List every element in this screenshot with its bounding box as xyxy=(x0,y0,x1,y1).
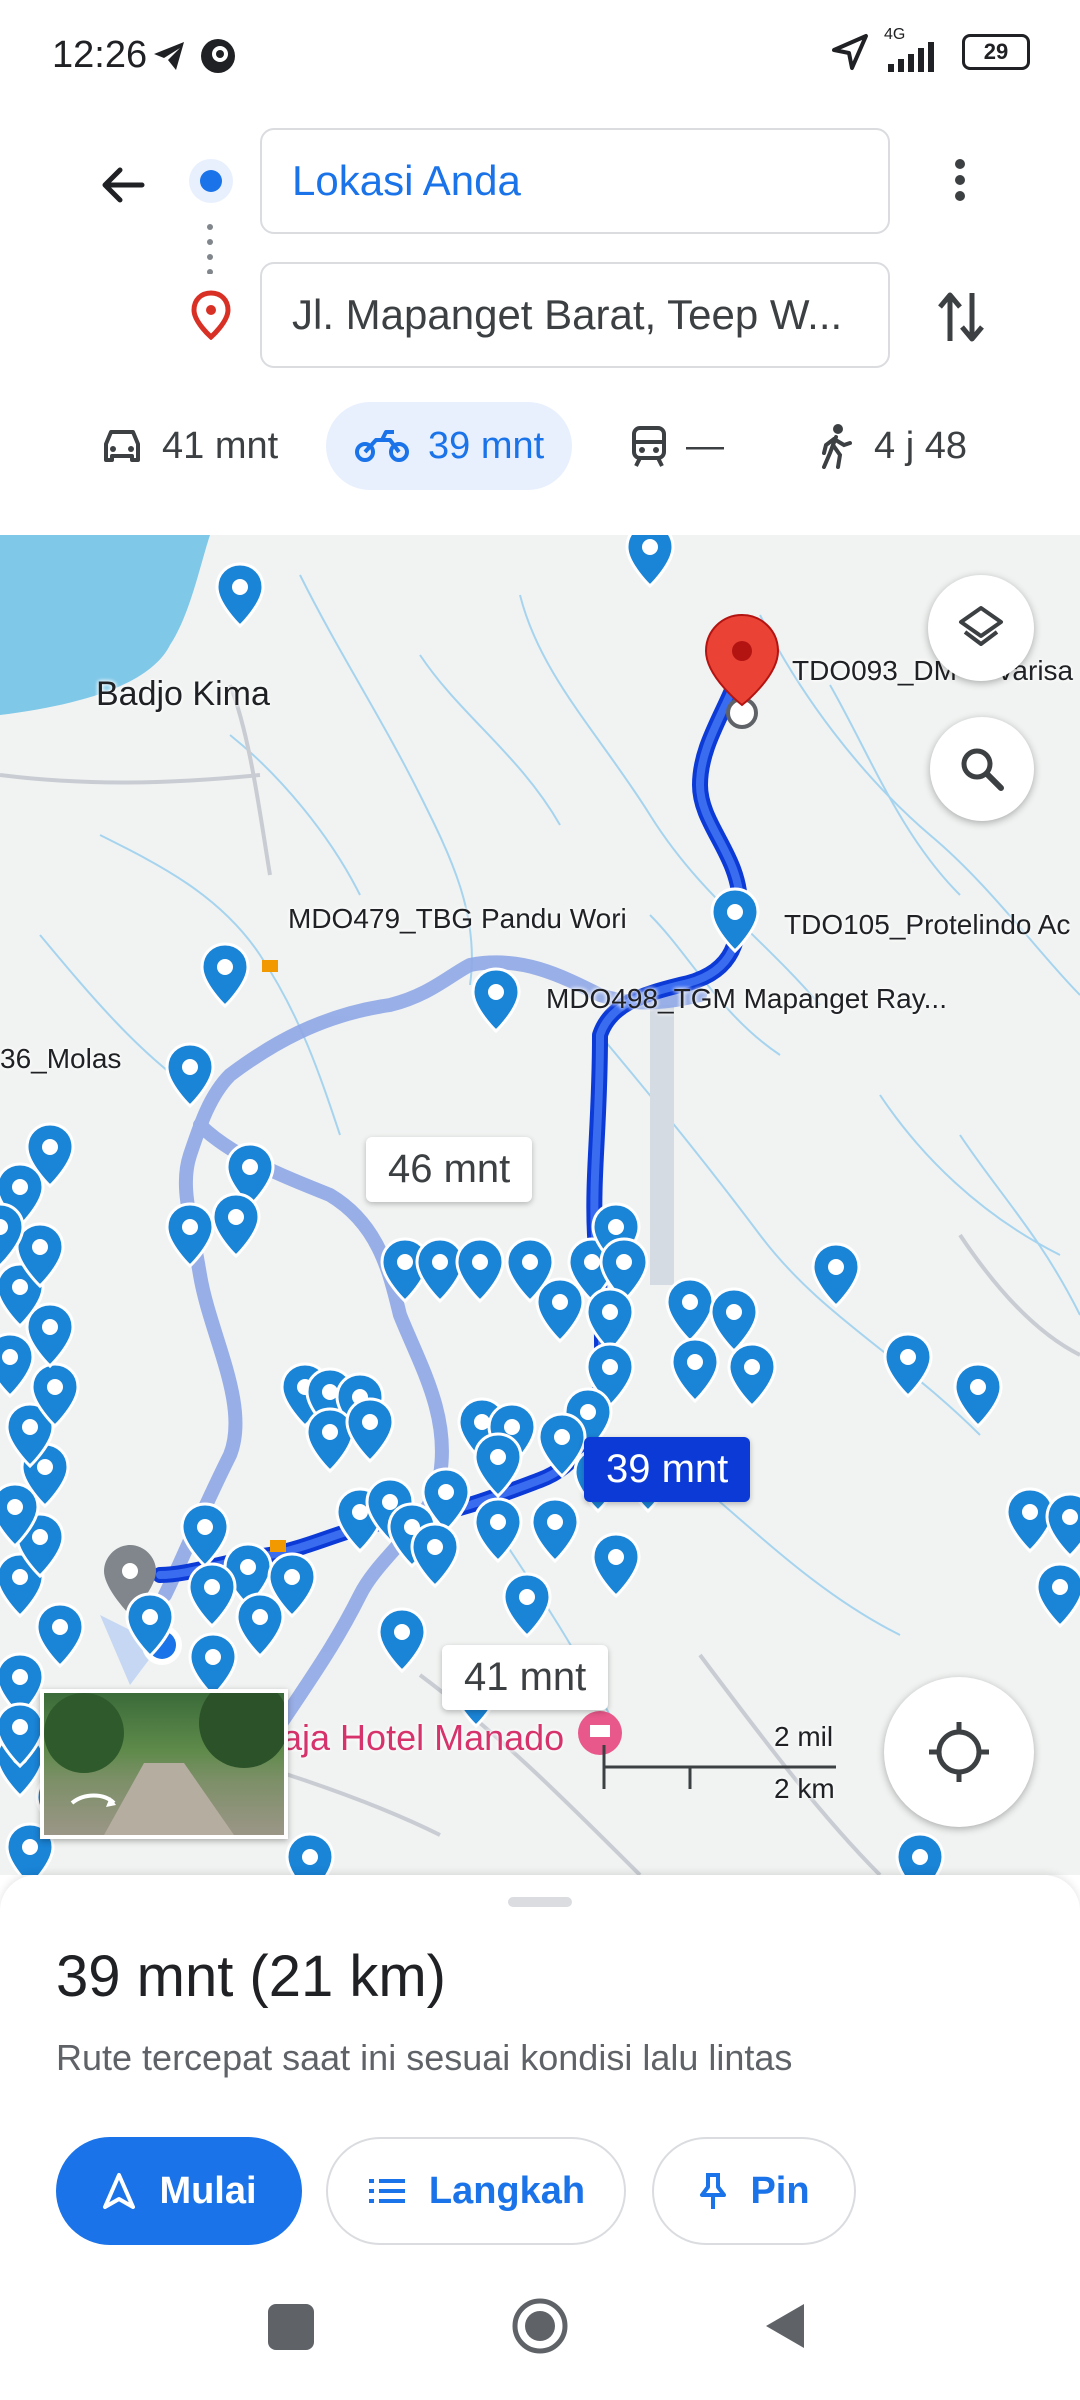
place-label-hotel: aja Hotel Manado xyxy=(282,1717,565,1758)
runway xyxy=(650,1005,674,1285)
rotate-360-icon xyxy=(70,1793,116,1805)
tower-marker-icon[interactable] xyxy=(468,965,524,1035)
home-button[interactable] xyxy=(510,2296,570,2356)
tower-marker-icon[interactable] xyxy=(880,1330,936,1400)
swap-locations-button[interactable] xyxy=(926,282,996,352)
tower-marker-icon[interactable] xyxy=(532,1275,588,1345)
pin-button-label: Pin xyxy=(750,2169,810,2212)
system-nav-bar xyxy=(0,2270,1080,2400)
mode-car[interactable]: 41 mnt xyxy=(100,402,278,490)
more-vert-icon xyxy=(955,159,965,201)
place-label-molas: 36_Molas xyxy=(0,1043,122,1074)
battery-indicator: 29 xyxy=(962,34,1030,70)
tower-marker-icon[interactable] xyxy=(724,1340,780,1410)
origin-field[interactable]: Lokasi Anda xyxy=(260,128,890,234)
place-label-badjo: Badjo Kima xyxy=(96,675,270,713)
start-button-label: Mulai xyxy=(159,2169,257,2212)
tower-marker-icon[interactable] xyxy=(892,1830,948,1875)
train-icon xyxy=(632,426,666,467)
tower-marker-icon[interactable] xyxy=(470,1430,526,1500)
route-description: Rute tercepat saat ini sesuai kondisi la… xyxy=(56,2037,793,2078)
origin-dot-icon xyxy=(189,159,233,203)
tower-marker-icon[interactable] xyxy=(1032,1560,1080,1630)
signal-icon: 4G xyxy=(884,26,948,72)
arrow-back-icon xyxy=(102,167,145,203)
traffic-segment xyxy=(262,960,278,972)
start-button[interactable]: Mulai xyxy=(56,2137,302,2245)
mode-motorcycle[interactable]: 39 mnt xyxy=(326,402,573,490)
map-view[interactable]: Badjo Kima TDO093_DM Varisa MDO479_TBG P… xyxy=(0,535,1080,1875)
mode-walk-label: 4 j 48 xyxy=(874,424,967,467)
location-arrow-icon xyxy=(832,34,868,70)
pushpin-icon xyxy=(700,2173,727,2209)
mode-car-label: 41 mnt xyxy=(162,424,279,467)
street-view-image xyxy=(44,1693,284,1835)
tower-marker-icon[interactable] xyxy=(212,560,268,630)
tower-marker-icon[interactable] xyxy=(950,1360,1006,1430)
tower-marker-icon[interactable] xyxy=(707,885,763,955)
telegram-icon xyxy=(154,42,184,70)
more-options-button[interactable] xyxy=(930,150,990,210)
my-location-button[interactable] xyxy=(884,1677,1034,1827)
status-right: 4G 29 xyxy=(830,26,1030,72)
motorcycle-icon xyxy=(355,430,409,462)
recents-button[interactable] xyxy=(268,2304,314,2350)
street-view-thumbnail[interactable] xyxy=(40,1689,288,1839)
tower-marker-icon[interactable] xyxy=(282,1830,338,1875)
tower-marker-icon[interactable] xyxy=(808,1240,864,1310)
tower-marker-icon[interactable] xyxy=(1042,1490,1080,1560)
route-dots-connector xyxy=(207,224,213,274)
mode-transit-label: — xyxy=(686,424,724,467)
status-time: 12:26 xyxy=(52,34,148,76)
tower-marker-icon[interactable] xyxy=(452,1235,508,1305)
search-along-route-button[interactable] xyxy=(930,717,1034,821)
steps-button[interactable]: Langkah xyxy=(326,2137,626,2245)
place-label-tdo105: TDO105_Protelindo Ac xyxy=(784,909,1071,940)
navigation-arrow-icon xyxy=(103,2173,136,2209)
tower-marker-icon[interactable] xyxy=(0,1200,28,1270)
place-label-tdo093: TDO093_DM Varisa xyxy=(792,655,1074,686)
tower-marker-icon[interactable] xyxy=(122,1590,178,1660)
app-notification-icon xyxy=(201,39,235,73)
mode-motorcycle-label: 39 mnt xyxy=(428,424,545,467)
list-icon xyxy=(368,2179,405,2203)
drag-handle[interactable] xyxy=(508,1897,572,1907)
status-bar: 12:26 4G 29 xyxy=(0,0,1080,110)
tower-marker-icon[interactable] xyxy=(197,940,253,1010)
mode-walk[interactable]: 4 j 48 xyxy=(816,402,967,490)
swap-vert-icon xyxy=(938,292,984,342)
scale-mi: 2 mil xyxy=(774,1721,834,1752)
tower-marker-icon[interactable] xyxy=(499,1570,555,1640)
tower-marker-icon[interactable] xyxy=(470,1495,526,1565)
tower-marker-icon[interactable] xyxy=(162,1040,218,1110)
steps-button-label: Langkah xyxy=(428,2169,586,2212)
gps-crosshair-icon xyxy=(929,1722,989,1782)
tower-marker-icon[interactable] xyxy=(622,535,678,590)
car-icon xyxy=(104,430,140,462)
route-time-alt-b[interactable]: 41 mnt xyxy=(442,1645,609,1710)
mode-transit[interactable]: — xyxy=(630,402,724,490)
tower-marker-icon[interactable] xyxy=(527,1495,583,1565)
tower-marker-icon[interactable] xyxy=(588,1530,644,1600)
route-time-alt-a[interactable]: 46 mnt xyxy=(366,1137,533,1202)
tower-marker-icon[interactable] xyxy=(208,1190,264,1260)
tower-marker-icon[interactable] xyxy=(342,1395,398,1465)
scale-km: 2 km xyxy=(774,1773,835,1804)
place-label-mdo498: MDO498_TGM Mapanget Ray... xyxy=(546,983,947,1014)
tower-marker-icon[interactable] xyxy=(667,1335,723,1405)
back-button[interactable] xyxy=(88,150,158,220)
layers-button[interactable] xyxy=(928,575,1034,681)
place-label-mdo479: MDO479_TBG Pandu Wori xyxy=(288,903,627,934)
route-summary: 39 mnt (21 km) xyxy=(56,1944,446,2009)
destination-pin-icon xyxy=(191,290,231,340)
back-nav-button[interactable] xyxy=(762,2300,808,2352)
walk-icon xyxy=(822,424,852,469)
tower-marker-icon[interactable] xyxy=(407,1520,463,1590)
pin-button[interactable]: Pin xyxy=(652,2137,856,2245)
tower-marker-icon[interactable] xyxy=(374,1605,430,1675)
layers-icon xyxy=(959,606,1003,646)
route-time-main[interactable]: 39 mnt xyxy=(584,1437,751,1502)
search-icon xyxy=(961,748,1004,791)
destination-field[interactable]: Jl. Mapanget Barat, Teep W... xyxy=(260,262,890,368)
